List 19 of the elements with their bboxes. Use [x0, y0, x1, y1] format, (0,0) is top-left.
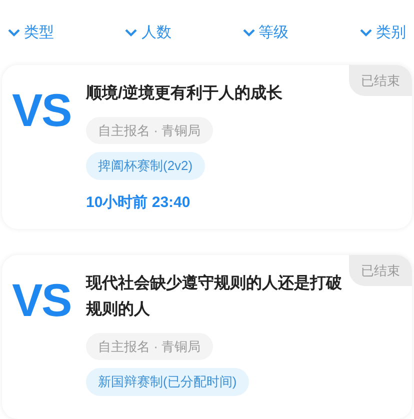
chevron-down-icon	[242, 29, 255, 38]
match-title: 现代社会缺少遵守规则的人还是打破规则的人	[86, 273, 342, 320]
match-time: 10小时前 23:40	[86, 192, 190, 212]
status-badge: 已结束	[349, 64, 412, 96]
chevron-down-icon	[360, 29, 372, 38]
filter-dropdown[interactable]: 类型	[8, 22, 54, 44]
format-tag: 新国辩赛制(已分配时间)	[86, 368, 249, 396]
chevron-down-icon	[8, 29, 20, 38]
vs-logo: VS	[12, 276, 72, 328]
filter-dropdown[interactable]: 类别	[360, 22, 406, 44]
match-meta: 自主报名 · 青铜局	[86, 332, 213, 360]
status-badge: 已结束	[349, 254, 412, 286]
filter-dropdown[interactable]: 人数	[125, 22, 172, 44]
match-title: 顺境/逆境更有利于人的成长	[86, 83, 282, 104]
format-tag: 捭阖杯赛制(2v2)	[86, 152, 205, 180]
chevron-down-icon	[125, 29, 138, 38]
vs-logo: VS	[12, 86, 72, 138]
filter-dropdown[interactable]: 等级	[242, 22, 289, 44]
match-meta: 自主报名 · 青铜局	[86, 116, 213, 144]
